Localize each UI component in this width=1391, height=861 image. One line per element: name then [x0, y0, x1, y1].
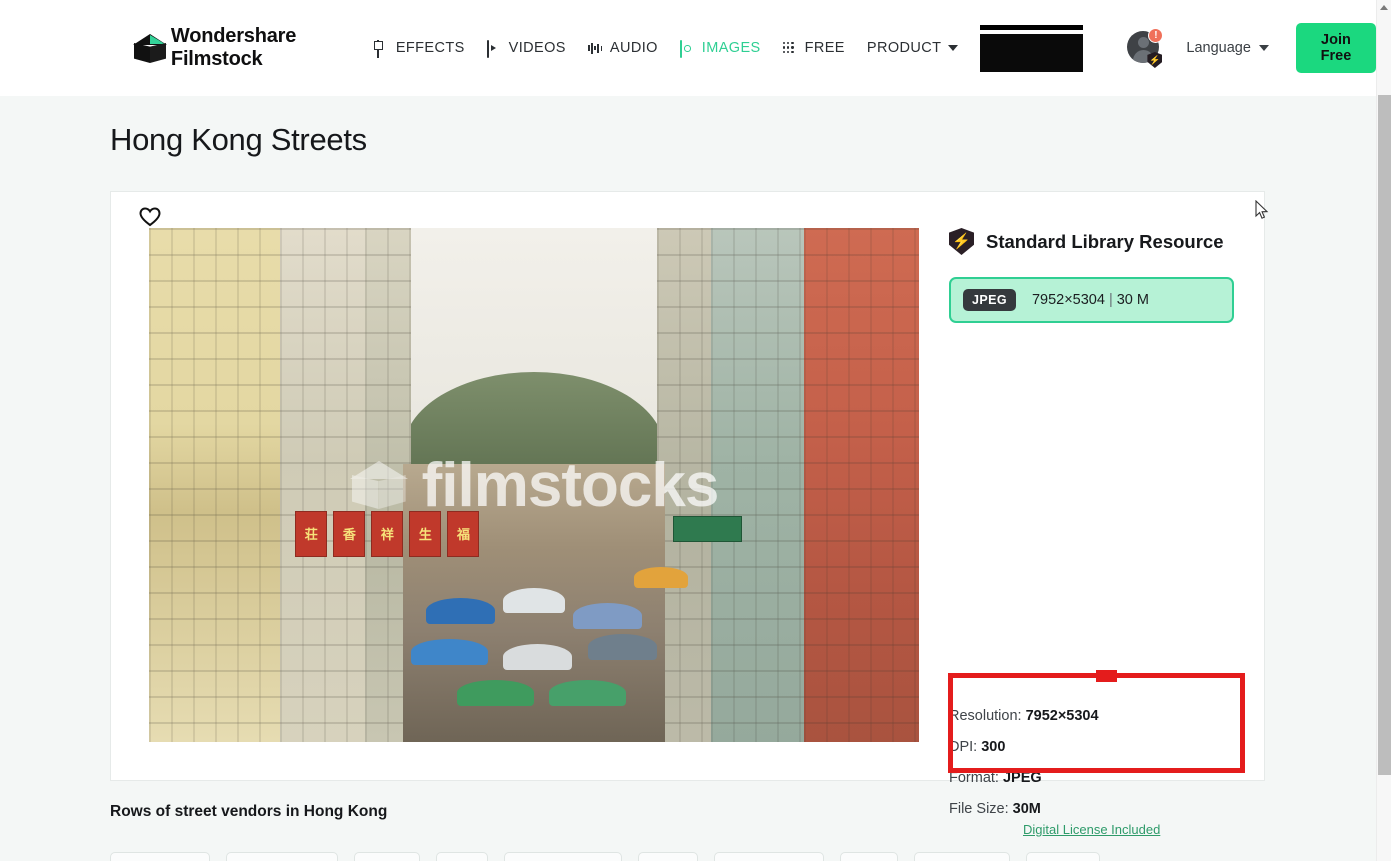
- layers-icon: [374, 39, 389, 58]
- tag-item: [714, 852, 824, 861]
- nav-item-effects[interactable]: EFFECTS: [374, 39, 465, 58]
- image-caption: Rows of street vendors in Hong Kong: [110, 803, 388, 820]
- waveform-icon: [587, 41, 603, 56]
- meta-value-resolution: 7952×5304: [1025, 708, 1099, 724]
- brand-name: Wondershare Filmstock: [170, 25, 297, 70]
- play-rect-icon: [486, 39, 502, 58]
- format-option-jpeg[interactable]: JPEG 7952×5304 | 30 M: [949, 277, 1234, 323]
- tag-item: [1026, 852, 1100, 861]
- page-viewport: Wondershare Filmstock EFFECTS VIDEOS AUD…: [0, 0, 1391, 861]
- tag-item: [840, 852, 898, 861]
- resource-info-panel: ⚡ Standard Library Resource JPEG 7952×53…: [949, 228, 1234, 323]
- library-tier-title: Standard Library Resource: [986, 230, 1224, 252]
- language-label: Language: [1186, 40, 1251, 56]
- nav-item-videos[interactable]: VIDEOS: [486, 39, 566, 58]
- meta-label-filesize: File Size:: [949, 801, 1009, 817]
- nav-item-images[interactable]: IMAGES: [679, 39, 761, 58]
- library-tier-row: ⚡ Standard Library Resource: [949, 228, 1234, 255]
- meta-row-format: Format: JPEG: [949, 770, 1249, 786]
- nav-label-product: PRODUCT: [866, 40, 942, 56]
- street-sign: 香: [333, 510, 366, 557]
- meta-label-resolution: Resolution:: [949, 708, 1022, 724]
- resource-metadata-list: Resolution: 7952×5304 DPI: 300 Format: J…: [949, 708, 1249, 832]
- join-free-button[interactable]: Join Free: [1295, 23, 1376, 73]
- format-separator: |: [1108, 292, 1113, 308]
- avatar-alert-badge: !: [1148, 28, 1164, 43]
- tag-item: [504, 852, 622, 861]
- resource-preview-image[interactable]: 荘 香 祥 生 福 filmstocks: [149, 228, 919, 742]
- main-nav: EFFECTS VIDEOS AUDIO IMAGES FREE PRODUCT: [374, 39, 959, 58]
- camera-icon: [679, 39, 695, 58]
- vertical-scrollbar[interactable]: [1376, 0, 1391, 861]
- brand-logo-link[interactable]: Wondershare Filmstock: [133, 25, 334, 71]
- format-filesize: 30 M: [1116, 292, 1149, 308]
- redacted-header-region: [980, 24, 1084, 72]
- shield-bolt-icon: ⚡: [949, 228, 974, 255]
- meta-label-format: Format:: [949, 770, 999, 786]
- heart-icon[interactable]: [139, 207, 161, 227]
- caret-up-icon[interactable]: [1380, 5, 1388, 10]
- tag-item: [436, 852, 488, 861]
- meta-row-resolution: Resolution: 7952×5304: [949, 708, 1249, 724]
- filmstock-cube-icon: [133, 30, 167, 66]
- nav-item-product[interactable]: PRODUCT: [867, 40, 959, 56]
- language-selector[interactable]: Language: [1186, 40, 1269, 56]
- resource-detail-card: 荘 香 祥 生 福 filmstocks ⚡ Standard Library …: [110, 191, 1265, 837]
- meta-value-filesize: 30M: [1012, 801, 1041, 817]
- tag-list: [110, 852, 1100, 861]
- nav-label-images: IMAGES: [701, 40, 761, 56]
- tag-item: [354, 852, 420, 861]
- meta-value-format: JPEG: [1002, 770, 1042, 786]
- street-sign: 祥: [371, 510, 404, 557]
- nav-label-audio: AUDIO: [609, 40, 658, 56]
- tag-item: [110, 852, 210, 861]
- scrollbar-thumb[interactable]: [1378, 95, 1391, 775]
- nav-label-videos: VIDEOS: [508, 40, 566, 56]
- avatar-shield-icon: ⚡: [1147, 52, 1163, 68]
- meta-row-dpi: DPI: 300: [949, 739, 1249, 755]
- dots-grid-icon: [782, 42, 798, 57]
- format-details: 7952×5304 | 30 M: [1032, 292, 1149, 308]
- nav-label-free: FREE: [804, 40, 845, 56]
- tag-item: [914, 852, 1010, 861]
- street-sign: 福: [447, 510, 480, 557]
- tag-item: [226, 852, 338, 861]
- format-badge: JPEG: [963, 289, 1016, 311]
- nav-item-free[interactable]: FREE: [782, 39, 845, 57]
- meta-label-dpi: DPI:: [949, 739, 978, 755]
- user-avatar[interactable]: ! ⚡: [1127, 28, 1164, 68]
- nav-item-audio[interactable]: AUDIO: [587, 40, 658, 56]
- tag-item: [638, 852, 698, 861]
- meta-row-filesize: File Size: 30M: [949, 801, 1249, 817]
- street-sign: 荘: [295, 510, 328, 557]
- page-title: Hong Kong Streets: [110, 122, 367, 157]
- site-header: Wondershare Filmstock EFFECTS VIDEOS AUD…: [0, 0, 1376, 96]
- street-signs: 荘 香 祥 生 福: [295, 510, 495, 557]
- street-sign: 生: [409, 510, 442, 557]
- meta-value-dpi: 300: [981, 739, 1006, 755]
- digital-license-link[interactable]: Digital License Included: [1023, 822, 1160, 837]
- format-dimensions: 7952×5304: [1031, 292, 1105, 308]
- chevron-down-icon: [1258, 45, 1269, 51]
- street-sign-green: [672, 515, 742, 542]
- chevron-down-icon: [948, 45, 959, 51]
- nav-label-effects: EFFECTS: [395, 40, 465, 56]
